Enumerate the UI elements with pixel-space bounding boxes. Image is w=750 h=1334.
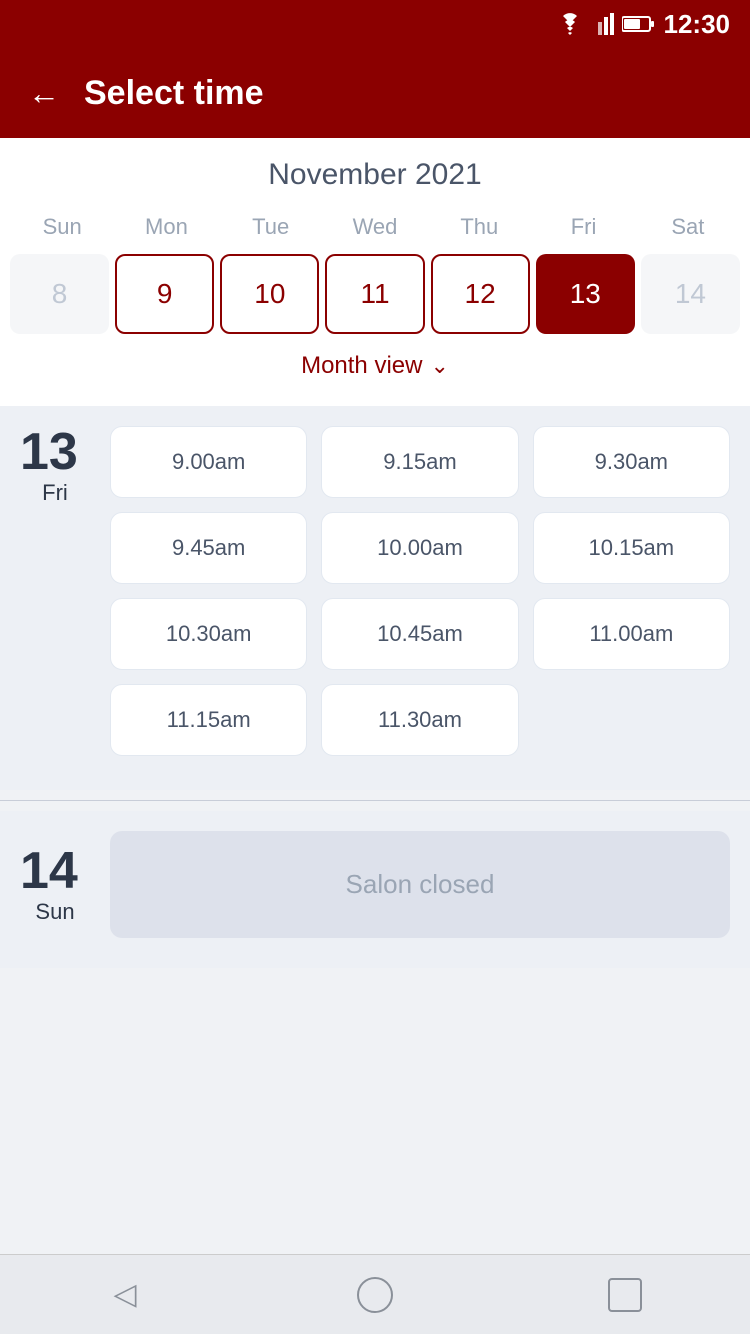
time-slot-945[interactable]: 9.45am [110, 512, 307, 584]
time-slots-section-13: 13 Fri 9.00am 9.15am 9.30am 9.45am 10.00… [0, 406, 750, 790]
back-button[interactable]: ← [28, 75, 60, 112]
day-header-sat: Sat [636, 208, 740, 246]
closed-section-14: 14 Sun Salon closed [0, 811, 750, 968]
day-11[interactable]: 11 [325, 254, 424, 334]
date-label-14: 14 Sun [20, 845, 90, 925]
time-slot-1030[interactable]: 10.30am [110, 598, 307, 670]
time-slot-930[interactable]: 9.30am [533, 426, 730, 498]
date-day-13: Fri [20, 480, 90, 506]
salon-closed-message: Salon closed [110, 831, 730, 938]
status-time: 12:30 [664, 9, 731, 40]
day-14[interactable]: 14 [641, 254, 740, 334]
day-13[interactable]: 13 [536, 254, 635, 334]
signal-icon [592, 13, 614, 35]
battery-icon [622, 15, 654, 33]
wifi-icon [556, 13, 584, 35]
month-year-label: November 2021 [0, 158, 750, 192]
date-number-13: 13 [20, 426, 90, 478]
status-bar: 12:30 [0, 0, 750, 48]
recents-nav-icon [608, 1278, 642, 1312]
month-view-label: Month view [301, 352, 422, 380]
day-header-sun: Sun [10, 208, 114, 246]
app-header: ← Select time [0, 48, 750, 138]
status-icons [556, 13, 654, 35]
page-title: Select time [84, 74, 264, 113]
closed-row: 14 Sun Salon closed [20, 831, 730, 938]
day-headers: Sun Mon Tue Wed Thu Fri Sat [0, 208, 750, 246]
month-view-toggle[interactable]: Month view ⌄ [0, 342, 750, 396]
time-slot-1045[interactable]: 10.45am [321, 598, 518, 670]
time-grid-13: 9.00am 9.15am 9.30am 9.45am 10.00am 10.1… [110, 426, 730, 756]
day-9[interactable]: 9 [115, 254, 214, 334]
nav-back-button[interactable]: ◁ [95, 1265, 155, 1325]
time-slot-915[interactable]: 9.15am [321, 426, 518, 498]
day-8[interactable]: 8 [10, 254, 109, 334]
time-slot-900[interactable]: 9.00am [110, 426, 307, 498]
chevron-down-icon: ⌄ [430, 353, 448, 379]
day-12[interactable]: 12 [431, 254, 530, 334]
date-number-14: 14 [20, 845, 90, 897]
time-slot-1130[interactable]: 11.30am [321, 684, 518, 756]
time-slot-1100[interactable]: 11.00am [533, 598, 730, 670]
day-header-tue: Tue [219, 208, 323, 246]
nav-home-button[interactable] [345, 1265, 405, 1325]
home-nav-icon [357, 1277, 393, 1313]
day-header-mon: Mon [114, 208, 218, 246]
day-10[interactable]: 10 [220, 254, 319, 334]
week-row: 8 9 10 11 12 13 14 [0, 246, 750, 342]
time-slot-1115[interactable]: 11.15am [110, 684, 307, 756]
time-slot-1000[interactable]: 10.00am [321, 512, 518, 584]
day-header-fri: Fri [531, 208, 635, 246]
date-day-14: Sun [20, 899, 90, 925]
section-divider [0, 800, 750, 801]
back-nav-icon: ◁ [113, 1277, 136, 1312]
nav-recents-button[interactable] [595, 1265, 655, 1325]
day-header-thu: Thu [427, 208, 531, 246]
time-slot-1015[interactable]: 10.15am [533, 512, 730, 584]
date-label-13: 13 Fri [20, 426, 90, 506]
calendar-section: November 2021 Sun Mon Tue Wed Thu Fri Sa… [0, 138, 750, 406]
day-header-wed: Wed [323, 208, 427, 246]
date-time-row-13: 13 Fri 9.00am 9.15am 9.30am 9.45am 10.00… [20, 426, 730, 756]
bottom-nav: ◁ [0, 1254, 750, 1334]
